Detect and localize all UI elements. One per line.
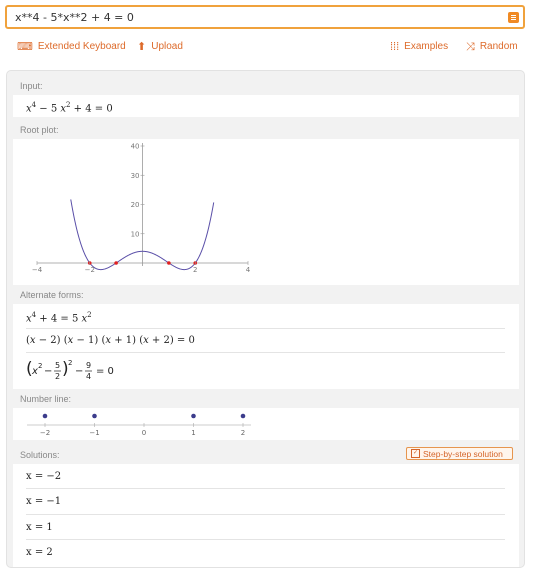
alt-form-2: (x − 2) (x − 1) (x + 1) (x + 2) = 0 — [26, 335, 195, 346]
number-line-point — [92, 413, 97, 419]
root-point — [167, 261, 171, 265]
divider — [26, 328, 505, 329]
random-button[interactable]: ⤨ Random — [466, 41, 518, 52]
number-line-tick-label: 0 — [142, 429, 146, 437]
divider — [26, 539, 505, 540]
divider — [26, 352, 505, 353]
checkbox-icon: ✓ — [411, 449, 420, 458]
number-line-tick-label: 2 — [241, 429, 245, 437]
input-expression: x4 − 5 x2 + 4 = 0 — [26, 101, 113, 115]
svg-text:−: − — [75, 366, 83, 377]
divider — [26, 514, 505, 515]
x-tick-label: 4 — [246, 266, 251, 274]
solution-1: x = −2 — [26, 471, 62, 482]
grid-icon: ⁞⁞⁞ — [390, 40, 400, 53]
extended-keyboard-label: Extended Keyboard — [37, 41, 126, 52]
random-label: Random — [479, 41, 518, 52]
upload-icon: ⬆ — [137, 40, 147, 53]
search-bar[interactable]: x**4 - 5*x**2 + 4 = 0 — [5, 5, 525, 29]
number-line-pod: −2 −1 0 1 2 — [13, 408, 519, 440]
svg-text:= 0: = 0 — [96, 366, 114, 377]
svg-text:2: 2 — [38, 362, 42, 370]
number-line-tick-label: −1 — [89, 429, 99, 437]
solution-2: x = −1 — [26, 496, 62, 507]
y-tick-label: 40 — [131, 143, 140, 151]
input-title: Input: — [20, 81, 43, 91]
svg-text:x: x — [31, 366, 38, 377]
alt-form-1: x4 + 4 = 5 x2 — [26, 311, 92, 325]
root-plot-title: Root plot: — [20, 125, 59, 135]
number-line-chart: −2 −1 0 1 2 — [27, 413, 251, 437]
x-tick-label: −2 — [85, 266, 95, 274]
toolbar: ⌨ Extended Keyboard ⬆ Upload ⁞⁞⁞ Example… — [0, 40, 534, 56]
upload-label: Upload — [151, 41, 183, 52]
y-tick-label: 10 — [131, 230, 140, 238]
x-tick-label: −4 — [32, 266, 43, 274]
root-plot-pod: −4 −2 2 4 10 20 30 40 — [13, 139, 519, 285]
svg-text:−: − — [44, 366, 52, 377]
number-line-marks: −2 −1 0 1 2 — [27, 413, 251, 437]
divider — [26, 488, 505, 489]
alt-form-3: ( x 2 − 5 2 ) 2 − 9 4 = 0 — [26, 358, 121, 387]
svg-text:5: 5 — [55, 361, 60, 370]
input-pod: x4 − 5 x2 + 4 = 0 — [13, 95, 519, 117]
compute-button[interactable] — [508, 12, 519, 23]
step-by-step-label: Step-by-step solution — [423, 448, 503, 459]
examples-label: Examples — [404, 41, 449, 52]
svg-text:9: 9 — [86, 361, 91, 370]
plot-labels: −4 −2 2 4 10 20 30 40 — [32, 143, 251, 275]
number-line-tick-label: 1 — [191, 429, 195, 437]
keyboard-icon: ⌨ — [17, 40, 33, 53]
number-line-title: Number line: — [20, 394, 72, 404]
solutions-pod: x = −2 x = −1 x = 1 x = 2 — [13, 464, 519, 567]
y-tick-label: 30 — [131, 172, 140, 180]
solution-4: x = 2 — [26, 547, 53, 558]
number-line-point — [42, 413, 48, 419]
svg-text:4: 4 — [86, 372, 91, 381]
upload-button[interactable]: ⬆ Upload — [137, 41, 183, 52]
shuffle-icon: ⤨ — [466, 40, 475, 53]
svg-text:2: 2 — [55, 372, 60, 381]
step-by-step-button[interactable]: ✓ Step-by-step solution — [406, 447, 513, 460]
root-plot-chart: −4 −2 2 4 10 20 30 40 — [32, 143, 251, 275]
search-input[interactable]: x**4 - 5*x**2 + 4 = 0 — [15, 11, 134, 24]
root-point — [114, 261, 118, 265]
examples-button[interactable]: ⁞⁞⁞ Examples — [390, 41, 448, 52]
extended-keyboard-button[interactable]: ⌨ Extended Keyboard — [17, 41, 126, 52]
solutions-title: Solutions: — [20, 450, 60, 460]
results-card: Input: x4 − 5 x2 + 4 = 0 Root plot: −4 −2… — [6, 70, 525, 568]
alternate-forms-pod: x4 + 4 = 5 x2 (x − 2) (x − 1) (x + 1) (x… — [13, 304, 519, 389]
y-tick-label: 20 — [131, 201, 140, 209]
svg-text:2: 2 — [68, 359, 72, 367]
number-line-point — [191, 413, 196, 419]
number-line-point — [240, 413, 246, 419]
alt-form-3-formula: ( x 2 − 5 2 ) 2 − 9 4 = 0 — [26, 359, 114, 381]
solution-3: x = 1 — [26, 522, 53, 533]
number-line-tick-label: −2 — [40, 429, 50, 437]
alternate-forms-title: Alternate forms: — [20, 290, 84, 300]
x-tick-label: 2 — [193, 266, 197, 274]
